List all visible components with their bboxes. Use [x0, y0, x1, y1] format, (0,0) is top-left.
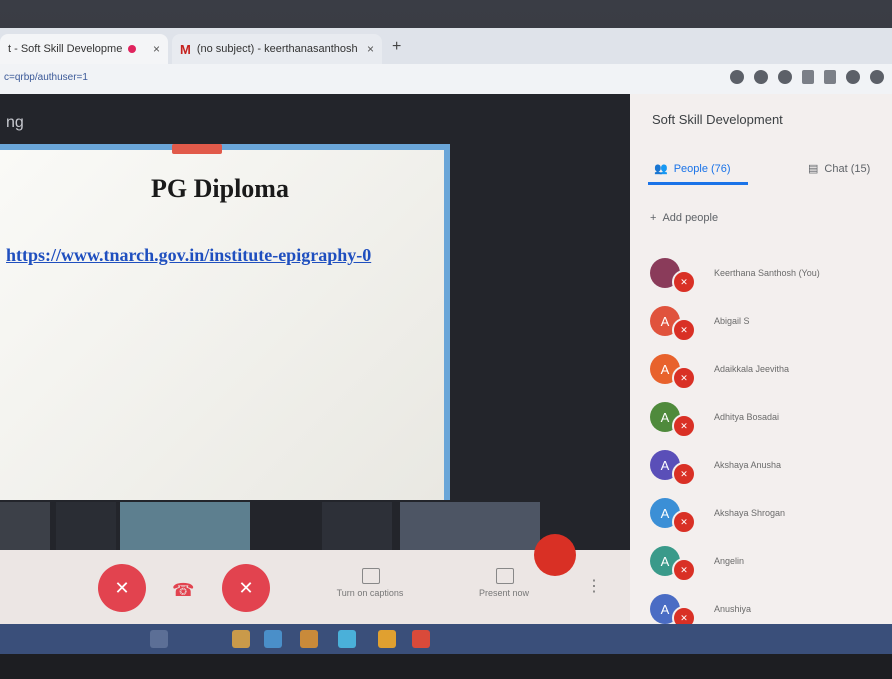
recording-icon — [128, 45, 137, 53]
star-icon[interactable] — [778, 70, 792, 84]
participant-name: Akshaya Anusha — [714, 460, 782, 470]
captions-icon[interactable] — [362, 568, 380, 584]
folder-icon[interactable] — [232, 630, 250, 648]
participant-name: Adaikkala Jeevitha — [714, 364, 790, 374]
camera-toggle-button[interactable]: ✕ — [222, 564, 270, 612]
tab-chat-label: Chat (15) — [824, 162, 871, 175]
start-icon[interactable] — [150, 630, 168, 648]
call-controls: ✕ ☎ ✕ Turn on captions Present now ⋮ — [0, 534, 630, 624]
mic-off-icon: ✕ — [672, 414, 696, 438]
participant-name: Keerthana Santhosh (You) — [714, 268, 820, 278]
tab-chat[interactable]: ▤ Chat (15) — [808, 162, 871, 176]
participant-name: Abigail S — [714, 316, 750, 326]
close-icon[interactable]: × — [153, 42, 160, 56]
meeting-stage: ng PG Diploma https://www.tnarch.gov.in/… — [0, 94, 630, 550]
meeting-title: ng — [6, 114, 24, 131]
tab-meet[interactable]: t - Soft Skill Developme × — [0, 34, 168, 64]
screen-bottom-edge — [0, 654, 892, 679]
captions-label[interactable]: Turn on captions — [320, 588, 420, 598]
mic-toggle-button[interactable]: ✕ — [98, 564, 146, 612]
list-item[interactable]: A ✕ Adaikkala Jeevitha — [630, 348, 892, 396]
present-label[interactable]: Present now — [454, 588, 554, 598]
video-tile[interactable] — [322, 502, 392, 550]
add-people-button[interactable]: + Add people — [650, 212, 718, 224]
chat-icon: ▤ — [808, 163, 819, 175]
participant-tiles — [0, 502, 630, 550]
tab-gmail[interactable]: M (no subject) - keerthanasanthosh × — [172, 34, 382, 64]
list-item[interactable]: A ✕ Angelin — [630, 540, 892, 588]
panel-tabs: 👥 People (76) ▤ Chat (15) — [630, 156, 892, 184]
tab-people-label: People (76) — [673, 162, 731, 175]
tab-title: (no subject) - keerthanasanthosh — [196, 43, 358, 55]
add-person-icon: + — [650, 212, 657, 224]
slide-link[interactable]: https://www.tnarch.gov.in/institute-epig… — [6, 242, 406, 268]
people-icon: 👥 — [654, 163, 668, 175]
people-panel: Soft Skill Development 👥 People (76) ▤ C… — [630, 94, 892, 630]
raise-hand-button[interactable] — [534, 534, 576, 576]
chrome-icon[interactable] — [378, 630, 396, 648]
mic-off-icon: ✕ — [672, 558, 696, 582]
recording-badge — [172, 144, 222, 154]
active-tab-indicator — [648, 182, 748, 185]
extension-icon[interactable] — [802, 70, 814, 84]
video-tile[interactable] — [56, 502, 116, 550]
participant-name: Angelin — [714, 556, 745, 566]
slide-heading: PG Diploma — [151, 174, 289, 203]
present-icon[interactable] — [496, 568, 514, 584]
mic-off-icon: ✕ — [672, 462, 696, 486]
app-icon[interactable] — [300, 630, 318, 648]
video-tile[interactable] — [0, 502, 50, 550]
add-people-label: Add people — [662, 212, 719, 224]
mic-off-icon: ✕ — [672, 270, 696, 294]
puzzle-icon[interactable] — [846, 70, 860, 84]
participant-name: Akshaya Shrogan — [714, 508, 786, 518]
video-tile[interactable] — [120, 502, 250, 550]
toolbar-icons — [730, 70, 884, 84]
mic-off-icon: ✕ — [672, 318, 696, 342]
gmail-icon: M — [180, 41, 191, 57]
new-tab-button[interactable]: + — [392, 38, 401, 56]
zoom-icon[interactable] — [754, 70, 768, 84]
participant-name: Adhitya Bosadai — [714, 412, 780, 422]
more-options-icon[interactable]: ⋮ — [586, 576, 602, 596]
tab-people[interactable]: 👥 People (76) — [654, 162, 731, 176]
participant-name: Anushiya — [714, 604, 752, 614]
shared-slide: PG Diploma https://www.tnarch.gov.in/ins… — [0, 144, 450, 500]
mic-off-icon: ✕ — [672, 366, 696, 390]
os-taskbar — [0, 624, 892, 654]
url-text: c=qrbp/authuser=1 — [4, 72, 88, 83]
camera-icon[interactable] — [730, 70, 744, 84]
tab-title: t - Soft Skill Developme — [8, 43, 123, 55]
list-item[interactable]: A ✕ Akshaya Anusha — [630, 444, 892, 492]
panel-title: Soft Skill Development — [652, 112, 783, 127]
avatar[interactable] — [870, 70, 884, 84]
extension-icon[interactable] — [824, 70, 836, 84]
list-item[interactable]: ✕ Keerthana Santhosh (You) — [630, 252, 892, 300]
browser-tab-bar: t - Soft Skill Developme × M (no subject… — [0, 28, 892, 64]
app-icon[interactable] — [412, 630, 430, 648]
address-bar[interactable]: c=qrbp/authuser=1 — [0, 64, 892, 95]
app-icon[interactable] — [264, 630, 282, 648]
close-icon[interactable]: × — [367, 42, 374, 56]
list-item[interactable]: A ✕ Abigail S — [630, 300, 892, 348]
mic-off-icon: ✕ — [672, 510, 696, 534]
video-tile[interactable] — [400, 502, 540, 550]
app-icon[interactable] — [338, 630, 356, 648]
list-item[interactable]: A ✕ Adhitya Bosadai — [630, 396, 892, 444]
list-item[interactable]: A ✕ Akshaya Shrogan — [630, 492, 892, 540]
hang-up-button[interactable]: ☎ — [172, 580, 194, 601]
participant-list: ✕ Keerthana Santhosh (You) A ✕ Abigail S… — [630, 252, 892, 636]
